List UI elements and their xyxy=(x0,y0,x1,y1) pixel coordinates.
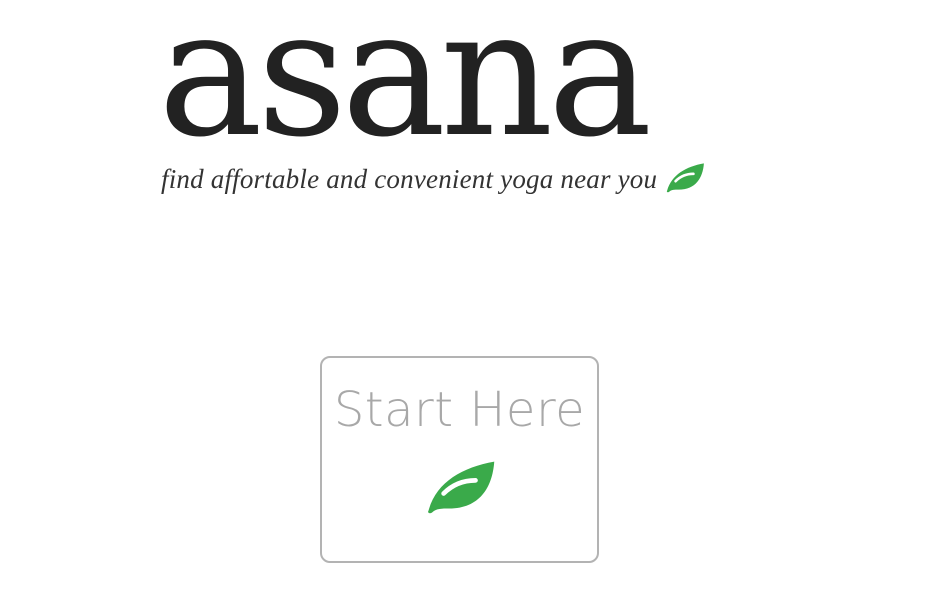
leaf-icon xyxy=(664,160,706,194)
start-here-label: Start Here xyxy=(333,382,586,438)
tagline: find affortable and convenient yoga near… xyxy=(161,164,658,194)
tagline-row: find affortable and convenient yoga near… xyxy=(161,162,706,195)
brand-title: asana xyxy=(158,0,652,176)
start-here-button[interactable]: Start Here xyxy=(320,356,599,563)
leaf-icon xyxy=(423,456,498,516)
